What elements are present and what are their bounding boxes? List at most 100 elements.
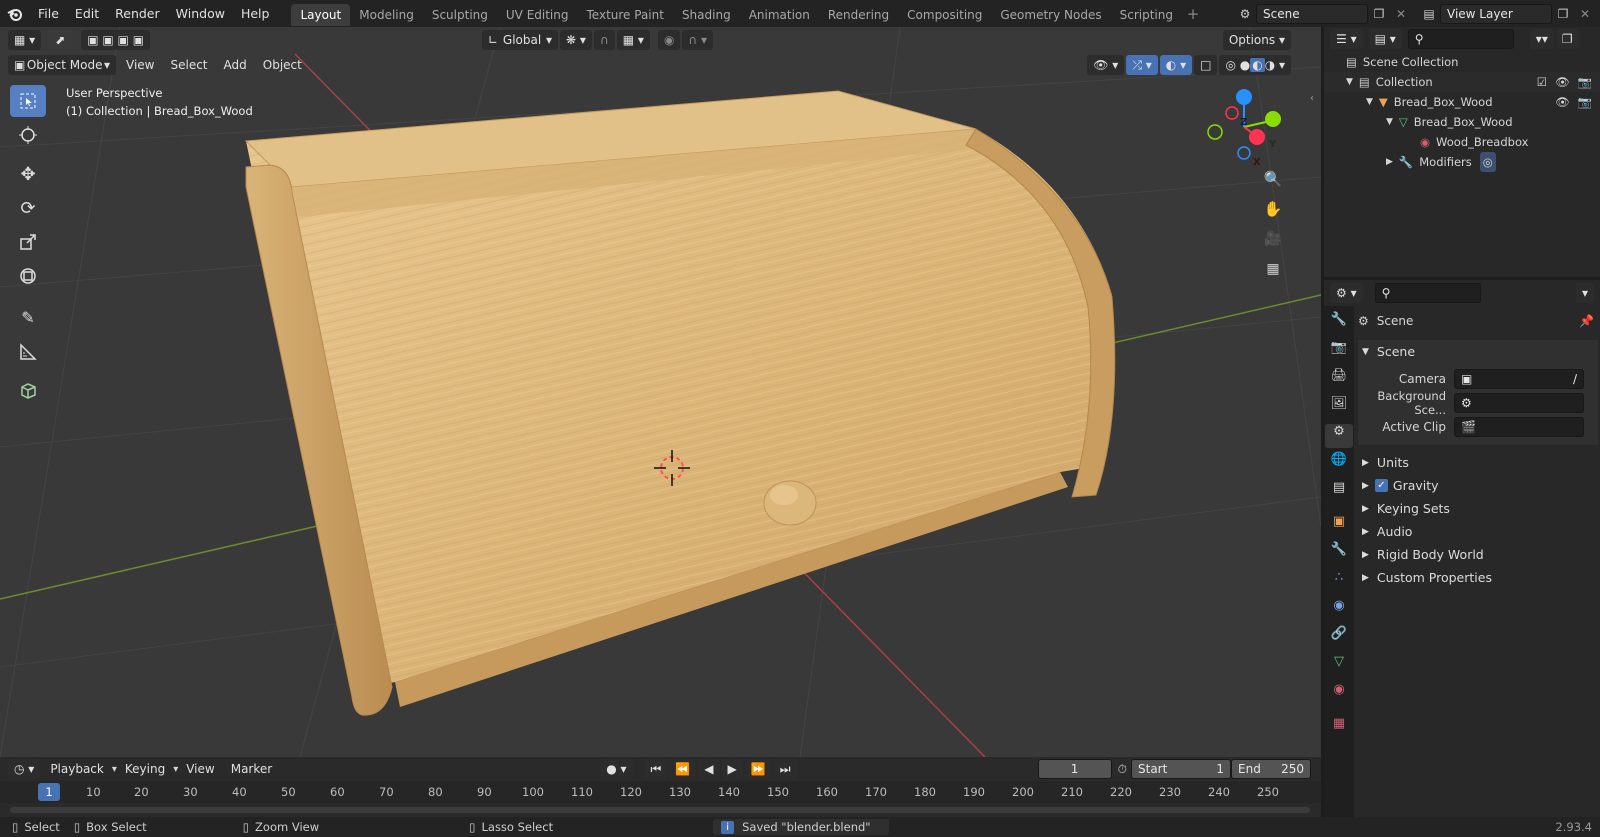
panel-audio-header[interactable]: ▶ Audio [1358,520,1598,543]
menu-file[interactable]: File [30,0,67,27]
tab-scripting[interactable]: Scripting [1111,4,1182,26]
play-button[interactable]: ▶ [721,759,743,779]
blender-logo-icon[interactable] [0,7,30,21]
tab-sculpting[interactable]: Sculpting [423,4,497,26]
collapse-arrow-icon[interactable]: ▶ [1386,152,1393,172]
checkbox-icon[interactable]: ☑ [1537,72,1547,92]
render-camera-icon[interactable]: 📷 [1578,92,1592,112]
outliner-row-material[interactable]: ◉ Wood_Breadbox [1324,132,1600,152]
outliner-row-object[interactable]: ▼ ▼ Bread_Box_Wood 👁 📷 [1324,92,1600,112]
camera-field[interactable]: ▣ ∕ [1454,369,1584,389]
new-collection-icon[interactable]: ❐ [1555,29,1579,49]
view-layer-tab-icon[interactable]: 🖼 [1331,396,1348,420]
panel-custom-properties-header[interactable]: ▶ Custom Properties [1358,566,1598,589]
new-view-layer-icon[interactable]: ❐ [1552,4,1574,24]
expand-arrow-icon[interactable]: ▼ [1346,72,1353,92]
collection-tab-icon[interactable]: ▤ [1333,480,1345,510]
shading-mode-set[interactable]: ◎ ● ◐ ◑ ▾ [1219,55,1291,75]
modifier-subsurf-icon[interactable]: ◎ [1479,152,1496,172]
eye-icon[interactable]: 👁 [1555,92,1570,112]
panel-units-header[interactable]: ▶ Units [1358,451,1598,474]
scene-selector-icon[interactable]: ⚙ [1234,4,1256,24]
visibility-dropdown[interactable]: 👁 ▾ [1087,55,1125,75]
tool-measure[interactable] [10,336,46,368]
view-layer-selector-icon[interactable]: ▤ [1418,4,1440,24]
scene-name-field[interactable]: Scene [1256,3,1368,24]
properties-search-input[interactable]: ⚲ [1374,283,1481,303]
delete-scene-icon[interactable]: ✕ [1390,4,1412,24]
jump-keyframe-back-button[interactable]: ⏪ [669,759,697,779]
auto-keying-toggle[interactable]: ● ▾ [600,759,633,779]
perspective-toggle-icon[interactable]: ▦ [1262,259,1284,279]
play-reverse-button[interactable]: ◀ [698,759,720,779]
tool-move[interactable]: ✥ [10,158,46,190]
pin-icon[interactable]: 📌 [1579,314,1594,328]
pan-hand-icon[interactable]: ✋ [1262,199,1284,219]
tool-select-icon[interactable]: ⬈ [49,30,72,50]
zoom-icon[interactable]: 🔍 [1262,169,1284,189]
tool-add-cube[interactable] [10,374,46,406]
menu-edit[interactable]: Edit [67,0,107,27]
view-layer-field[interactable]: View Layer [1440,3,1552,24]
menu-window[interactable]: Window [168,0,233,27]
pivot-point-dropdown[interactable]: ❋ ▾ [560,30,592,50]
timeline-menu-playback[interactable]: Playback [42,756,112,783]
overlay-toggle[interactable]: ◐ ▾ [1159,55,1193,75]
viewport-menu-object[interactable]: Object [255,52,310,79]
tab-geometry-nodes[interactable]: Geometry Nodes [991,4,1110,26]
gizmo-z-label[interactable]: Z [1240,117,1247,128]
outliner-row-collection[interactable]: ▼ ▤ Collection ☑ 👁 📷 [1324,72,1600,92]
timeline-frame-ruler[interactable]: 1 10 20 30 40 50 60 70 80 90 100 110 120… [0,781,1321,803]
tab-compositing[interactable]: Compositing [898,4,991,26]
texture-tab-icon[interactable]: ▦ [1333,716,1345,740]
3d-viewport[interactable]: Z Y X ▦ ▾ ⬈ ▣ ▣ ▣ ▣ ∟ Global ▾ ❋ ▾ ∩ ▦ ▾… [0,27,1321,757]
tool-annotate[interactable]: ✎ [10,301,46,333]
add-workspace-icon[interactable]: + [1182,4,1204,24]
jump-start-button[interactable]: ⏮ [644,759,668,779]
panel-rigid-body-header[interactable]: ▶ Rigid Body World [1358,543,1598,566]
current-frame-field[interactable]: 1 [1037,759,1112,779]
tab-animation[interactable]: Animation [740,4,819,26]
panel-scene-header[interactable]: ▼ Scene [1358,340,1598,363]
menu-help[interactable]: Help [233,0,278,27]
jump-keyframe-forward-button[interactable]: ⏩ [744,759,772,779]
modifier-tab-icon[interactable]: 🔧 [1331,542,1347,566]
render-tab-icon[interactable]: 📷 [1331,340,1347,364]
tab-modeling[interactable]: Modeling [350,4,423,26]
render-camera-icon[interactable]: 📷 [1578,72,1592,92]
jump-end-button[interactable]: ⏭ [773,759,797,779]
panel-keying-sets-header[interactable]: ▶ Keying Sets [1358,497,1598,520]
gizmo-x-label[interactable]: X [1253,157,1261,168]
delete-view-layer-icon[interactable]: ✕ [1574,4,1596,24]
snap-target-dropdown[interactable]: ▦ ▾ [616,30,650,50]
eyedropper-icon[interactable]: ∕ [1573,370,1577,388]
viewport-menu-select[interactable]: Select [162,52,215,79]
tool-tab-icon[interactable]: 🔧 [1331,312,1347,336]
physics-tab-icon[interactable]: ◉ [1333,598,1344,622]
outliner-search-input[interactable]: ⚲ [1407,29,1514,49]
outliner-editor-type[interactable]: ☰ ▾ [1330,29,1363,49]
start-frame-field[interactable]: Start 1 [1131,759,1231,779]
timeline-menu-view[interactable]: View [178,756,222,783]
active-clip-field[interactable]: 🎬 [1454,417,1584,437]
playhead-frame[interactable]: 1 [38,783,60,801]
new-scene-icon[interactable]: ❐ [1368,4,1390,24]
expand-arrow-icon[interactable]: ▼ [1386,112,1393,132]
tab-layout[interactable]: Layout [291,4,351,26]
transform-orientation-dropdown[interactable]: ∟ Global ▾ [482,30,559,50]
data-tab-icon[interactable]: ▽ [1334,654,1344,678]
tool-scale[interactable] [10,226,46,258]
menu-render[interactable]: Render [107,0,168,27]
tab-shading[interactable]: Shading [673,4,740,26]
timeline-scrollbar[interactable] [10,807,1310,813]
tool-rotate[interactable]: ⟳ [10,192,46,224]
output-tab-icon[interactable]: 🖨 [1331,368,1348,392]
options-dropdown[interactable]: Options ▾ [1222,30,1291,50]
viewport-menu-add[interactable]: Add [216,52,255,79]
sidebar-toggle-icon[interactable]: ‹ [1310,93,1314,104]
gizmo-y-label[interactable]: Y [1269,139,1276,150]
viewport-menu-view[interactable]: View [118,52,162,79]
stopwatch-icon[interactable]: ⏱ [1118,762,1127,777]
mode-dropdown[interactable]: ▣ Object Mode ▾ [8,55,116,75]
properties-options-dropdown[interactable]: ▾ [1575,283,1594,303]
